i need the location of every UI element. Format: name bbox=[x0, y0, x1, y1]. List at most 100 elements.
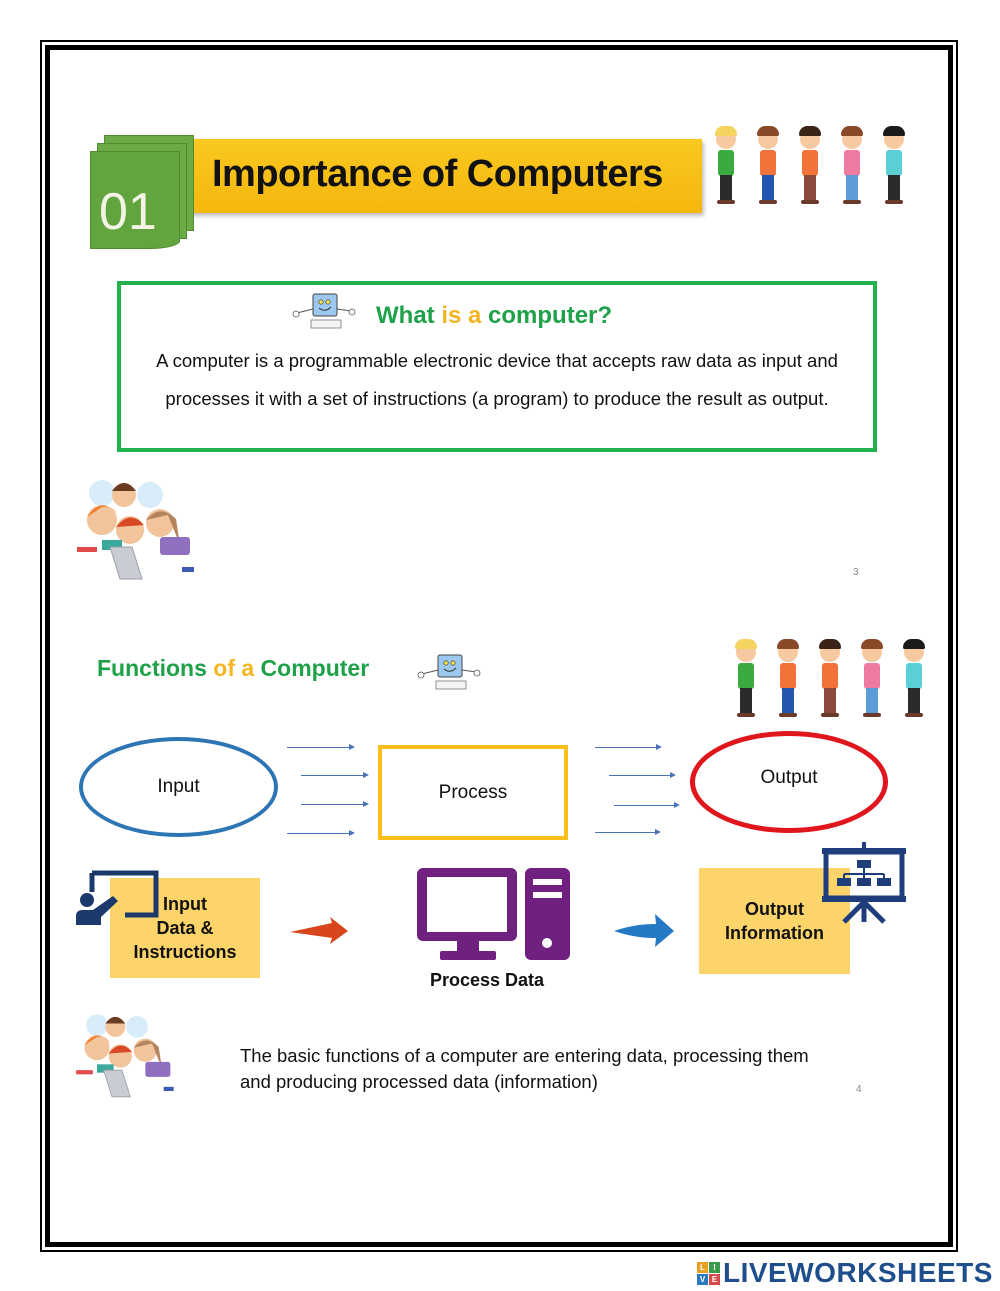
kid-shoes bbox=[905, 713, 923, 717]
kid-hair bbox=[819, 639, 841, 649]
kid-shoes bbox=[801, 200, 819, 204]
computer-mascot-icon bbox=[292, 293, 356, 329]
kid-shirt bbox=[738, 663, 754, 689]
process-box: Process bbox=[378, 745, 568, 840]
kid-shoes bbox=[863, 713, 881, 717]
kid-shirt bbox=[822, 663, 838, 689]
summary-line: and producing processed data (informatio… bbox=[240, 1071, 598, 1092]
kid-shoes bbox=[821, 713, 839, 717]
kid-shirt bbox=[906, 663, 922, 689]
kid-pants bbox=[908, 688, 920, 714]
kid-hair bbox=[715, 126, 737, 136]
definition-heading: What is a computer? bbox=[376, 302, 612, 330]
kid-figure bbox=[796, 125, 824, 207]
arrow-right-icon bbox=[595, 744, 662, 750]
kid-hair bbox=[861, 639, 883, 649]
logo-text: LIVEWORKSHEETS bbox=[723, 1257, 993, 1288]
kid-shoes bbox=[779, 713, 797, 717]
heading-part: computer? bbox=[481, 302, 613, 329]
output-label: Output bbox=[760, 767, 818, 788]
section-banner: 01 Importance of Computers bbox=[90, 135, 710, 250]
kid-hair bbox=[735, 639, 757, 649]
arrow-right-icon bbox=[614, 914, 674, 947]
process-data-label: Process Data bbox=[430, 970, 545, 990]
kid-shoes bbox=[885, 200, 903, 204]
kid-figure bbox=[774, 638, 802, 720]
kid-pants bbox=[846, 175, 858, 201]
arrow-right-icon bbox=[595, 829, 661, 835]
kid-shirt bbox=[802, 150, 818, 176]
page-title: Importance of Computers bbox=[212, 153, 663, 195]
summary-text: The basic functions of a computer are en… bbox=[240, 1043, 809, 1095]
kid-figure bbox=[816, 638, 844, 720]
output-ellipse: Output bbox=[690, 731, 888, 833]
kid-hair bbox=[883, 126, 905, 136]
liveworksheets-logo[interactable]: L I V E LIVEWORKSHEETS bbox=[697, 1257, 993, 1289]
kid-figure bbox=[880, 125, 908, 207]
input-ellipse: Input bbox=[79, 737, 278, 837]
arrow-right-icon bbox=[287, 830, 355, 836]
kid-pants bbox=[720, 175, 732, 201]
kid-shirt bbox=[886, 150, 902, 176]
kid-shirt bbox=[864, 663, 880, 689]
section-number-tab: 01 bbox=[90, 151, 180, 249]
desktop-computer-icon bbox=[417, 868, 570, 960]
page-number: 4 bbox=[856, 1084, 862, 1095]
kid-shoes bbox=[759, 200, 777, 204]
kid-pants bbox=[762, 175, 774, 201]
arrow-right-icon bbox=[609, 772, 676, 778]
heading-part-accent: of a bbox=[213, 655, 255, 681]
kid-shirt bbox=[760, 150, 776, 176]
kid-hair bbox=[841, 126, 863, 136]
kid-pants bbox=[804, 175, 816, 201]
heading-part: Computer bbox=[254, 655, 370, 681]
output-box-line: Output bbox=[745, 898, 804, 919]
arrow-right-icon bbox=[301, 772, 369, 778]
heading-part: Functions bbox=[97, 655, 214, 681]
heading-part: What bbox=[376, 302, 442, 329]
arrow-right-icon bbox=[287, 744, 355, 750]
output-box-line: Information bbox=[725, 923, 824, 943]
kid-pants bbox=[824, 688, 836, 714]
kid-shoes bbox=[717, 200, 735, 204]
kids-illustration-top bbox=[712, 125, 908, 207]
kids-with-laptop-illustration bbox=[76, 1014, 174, 1098]
kid-shoes bbox=[737, 713, 755, 717]
summary-line: The basic functions of a computer are en… bbox=[240, 1045, 809, 1066]
badge-letter: L bbox=[697, 1261, 708, 1273]
kid-hair bbox=[777, 639, 799, 649]
kid-hair bbox=[799, 126, 821, 136]
badge-letter: E bbox=[709, 1273, 720, 1285]
functions-heading: Functions of a Computer bbox=[97, 655, 369, 682]
kid-figure bbox=[858, 638, 886, 720]
input-box-line: Instructions bbox=[133, 942, 237, 963]
kid-hair bbox=[903, 639, 925, 649]
badge-letter: I bbox=[709, 1261, 720, 1273]
kids-with-laptop-illustration bbox=[77, 480, 194, 580]
kid-pants bbox=[740, 688, 752, 714]
kid-shirt bbox=[844, 150, 860, 176]
input-label: Input bbox=[157, 776, 200, 797]
process-label: Process bbox=[438, 781, 508, 803]
teacher-board-icon bbox=[76, 870, 159, 925]
kid-figure bbox=[754, 125, 782, 207]
computer-mascot-icon bbox=[417, 654, 481, 690]
kid-hair bbox=[757, 126, 779, 136]
kid-pants bbox=[782, 688, 794, 714]
kid-pants bbox=[866, 688, 878, 714]
arrow-right-icon bbox=[301, 801, 369, 807]
definition-text-line: A computer is a programmable electronic … bbox=[156, 350, 838, 371]
kid-figure bbox=[838, 125, 866, 207]
badge-letter: V bbox=[697, 1273, 708, 1285]
page-number: 3 bbox=[853, 567, 859, 578]
kid-shoes bbox=[843, 200, 861, 204]
definition-text-line: processes it with a set of instructions … bbox=[165, 388, 829, 409]
kid-pants bbox=[888, 175, 900, 201]
kid-figure bbox=[732, 638, 760, 720]
definition-box: What is a computer? A computer is a prog… bbox=[117, 281, 877, 452]
kid-figure bbox=[712, 125, 740, 207]
kid-shirt bbox=[718, 150, 734, 176]
live-badge-icon: L I V E bbox=[697, 1261, 720, 1285]
section-number: 01 bbox=[99, 183, 157, 241]
arrow-right-icon bbox=[290, 917, 348, 944]
